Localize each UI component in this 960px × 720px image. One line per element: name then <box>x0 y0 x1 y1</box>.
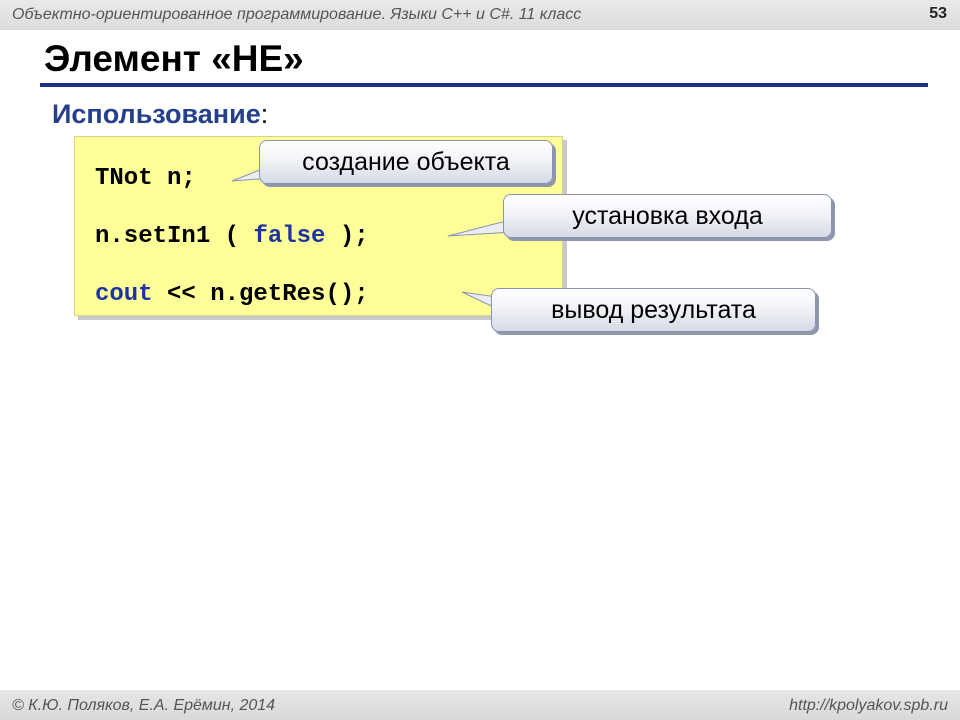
callout-create-object-text: создание объекта <box>302 147 510 176</box>
callout-set-input-text: установка входа <box>572 201 763 230</box>
callout-output-result-text: вывод результата <box>551 295 756 324</box>
callout-set-input: установка входа <box>503 194 832 238</box>
footer-url-link[interactable]: http://kpolyakov.spb.ru <box>789 697 948 715</box>
footer-authors: © К.Ю. Поляков, Е.А. Ерёмин, 2014 <box>12 697 276 714</box>
callout-pointers <box>231 164 515 313</box>
callout-create-object: создание объекта <box>259 140 553 184</box>
callout-output-result: вывод результата <box>491 288 816 332</box>
footer-bar: © К.Ю. Поляков, Е.А. Ерёмин, 2014 http:/… <box>0 690 960 720</box>
